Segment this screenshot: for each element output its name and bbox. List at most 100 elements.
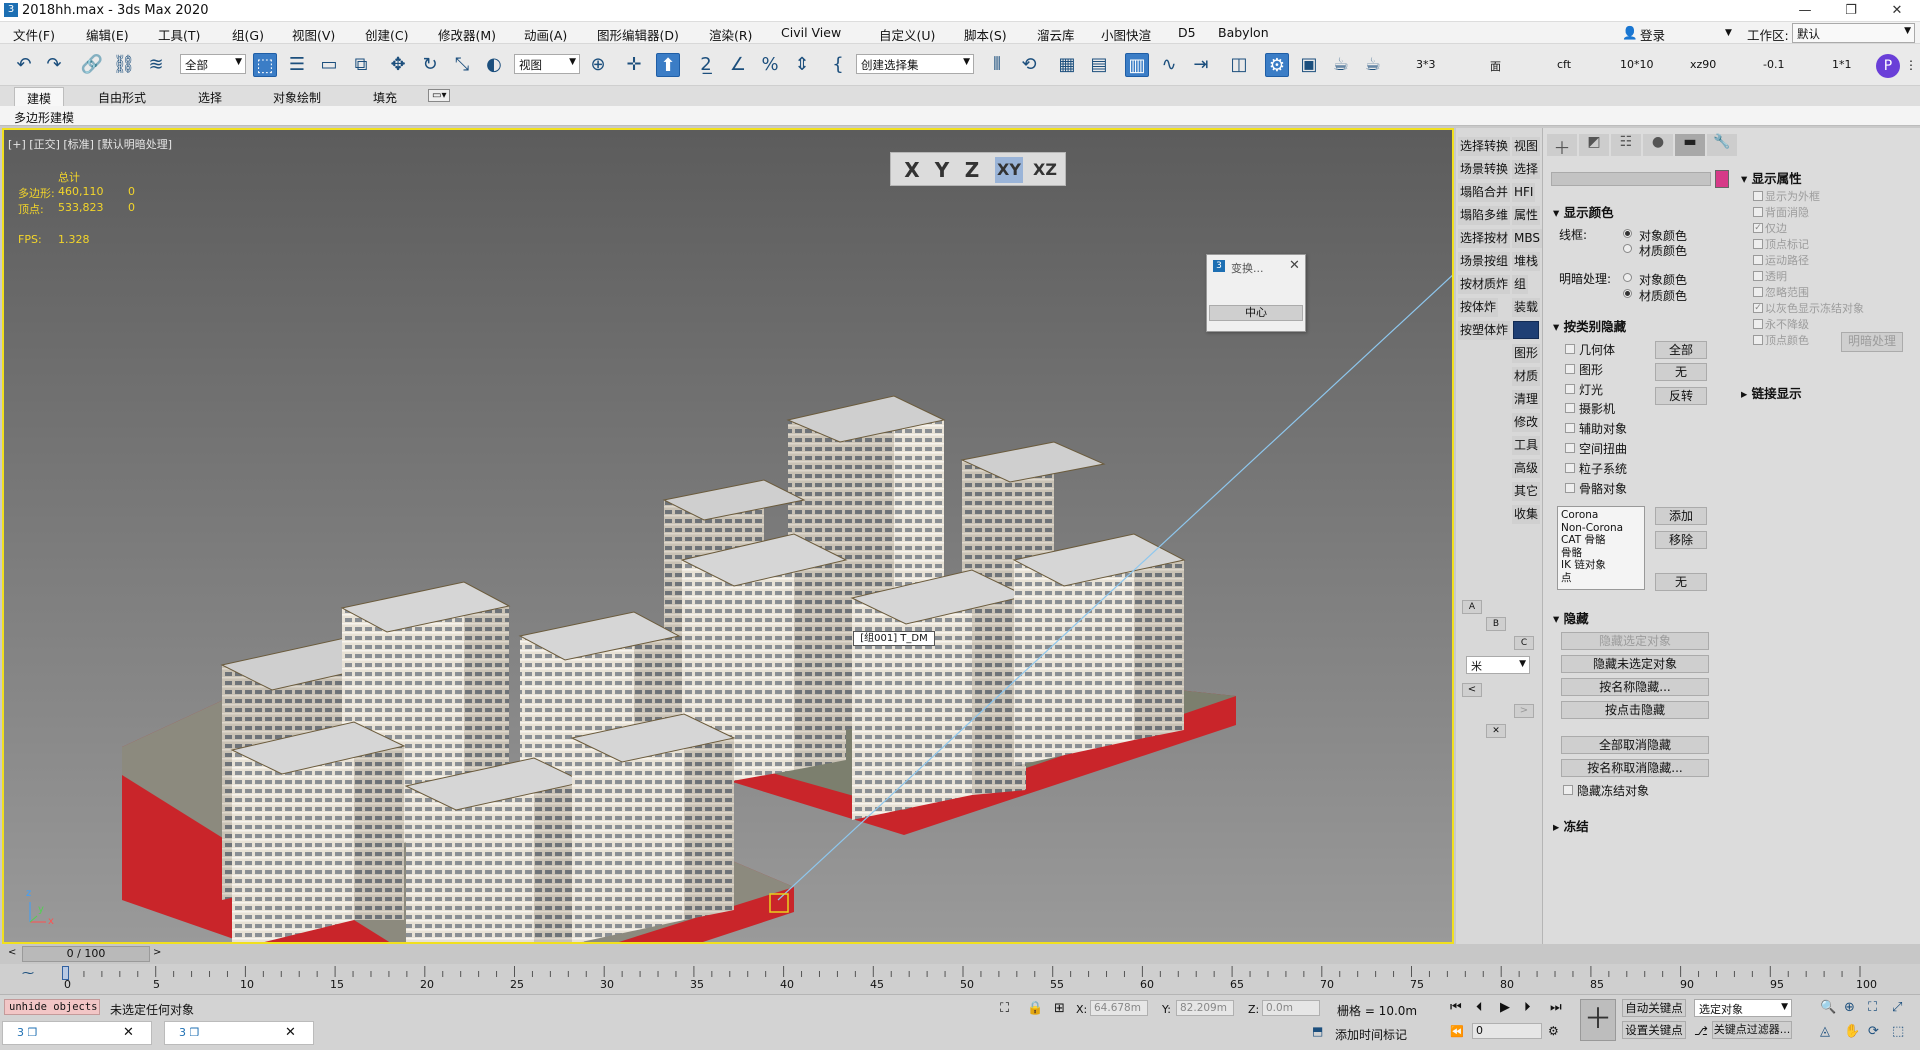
- x-coord-field[interactable]: 64.678m: [1090, 1000, 1148, 1016]
- materials-button[interactable]: 材质: [1512, 367, 1541, 386]
- track-bar[interactable]: ⁓ 0 5 10 15 20 25 30 35 40 45 50 55 60 6…: [0, 964, 1920, 994]
- menu-animation[interactable]: 动画(A): [524, 25, 567, 44]
- menu-group[interactable]: 组(G): [232, 25, 264, 44]
- key-filter-select[interactable]: 选定对象 ▼: [1694, 999, 1792, 1017]
- shaded-button[interactable]: 明暗处理: [1841, 332, 1903, 352]
- stack-button[interactable]: 堆栈: [1512, 252, 1541, 271]
- cat-geometry-checkbox[interactable]: [1565, 344, 1575, 354]
- move-icon[interactable]: ✥: [386, 53, 410, 77]
- axis-xz-button[interactable]: XZ: [1031, 157, 1059, 183]
- set-key-button[interactable]: 设置关键点: [1622, 1021, 1686, 1039]
- cat-particles-checkbox[interactable]: [1565, 463, 1575, 473]
- create-tab-icon[interactable]: ＋: [1547, 134, 1577, 159]
- cat-none-button[interactable]: 无: [1655, 363, 1707, 381]
- display-color-header[interactable]: ▾ 显示颜色: [1553, 202, 1614, 221]
- axis-y-button[interactable]: Y: [931, 157, 953, 183]
- trajectory-checkbox[interactable]: [1753, 255, 1763, 265]
- backface-cull-checkbox[interactable]: [1753, 207, 1763, 217]
- shaded-material-color-radio[interactable]: [1623, 289, 1632, 298]
- display-as-box-checkbox[interactable]: [1753, 191, 1763, 201]
- place-icon[interactable]: ◐: [482, 53, 506, 77]
- rendered-frame-icon[interactable]: ▣: [1297, 53, 1321, 77]
- material-editor-icon[interactable]: ◫: [1227, 53, 1251, 77]
- edges-only-checkbox[interactable]: ✓: [1753, 223, 1763, 233]
- time-next-icon[interactable]: >: [153, 947, 161, 958]
- cat-helpers-checkbox[interactable]: [1565, 423, 1575, 433]
- utilities-tab-icon[interactable]: 🔧: [1707, 134, 1737, 156]
- time-tag-icon[interactable]: ⬒: [1312, 1024, 1323, 1038]
- minimize-button[interactable]: —: [1782, 0, 1828, 22]
- goto-end-icon[interactable]: ⏭: [1550, 1000, 1562, 1015]
- time-slider[interactable]: 0 / 100: [22, 946, 150, 962]
- shaded-object-color-radio[interactable]: [1623, 273, 1632, 282]
- selection-lock-toggle-icon[interactable]: ⛶: [1000, 1001, 1009, 1016]
- custom-text-5[interactable]: xz90: [1690, 58, 1716, 71]
- category-list-item[interactable]: IK 链对象: [1561, 559, 1641, 572]
- menu-d5[interactable]: D5: [1178, 25, 1196, 40]
- unlink-icon[interactable]: ⛓: [112, 53, 136, 77]
- cat-invert-button[interactable]: 反转: [1655, 387, 1707, 405]
- cat-spacewarps-checkbox[interactable]: [1565, 443, 1575, 453]
- ribbon-toggle-icon[interactable]: ▥: [1125, 53, 1149, 77]
- fov-icon[interactable]: ◬: [1820, 1024, 1830, 1039]
- ribbon-options-icon[interactable]: ▭▾: [428, 89, 451, 102]
- custom-text-1[interactable]: 3*3: [1416, 58, 1436, 71]
- properties-button[interactable]: 属性: [1512, 206, 1541, 225]
- toolbar-overflow-icon[interactable]: ⋮: [1905, 58, 1917, 72]
- workspace-select[interactable]: 默认 ▼: [1792, 23, 1915, 43]
- link-icon[interactable]: 🔗: [80, 53, 104, 77]
- viewport-perspective[interactable]: [+] [正交] [标准] [默认明暗处理] 总计 多边形: 460,110 0…: [2, 128, 1454, 944]
- cat-lights-checkbox[interactable]: [1565, 384, 1575, 394]
- category-remove-button[interactable]: 移除: [1655, 531, 1707, 549]
- tab-freeform[interactable]: 自由形式: [98, 89, 146, 106]
- menu-tools[interactable]: 工具(T): [158, 25, 200, 44]
- category-list-item[interactable]: 骨骼: [1561, 547, 1641, 560]
- never-degrade-checkbox[interactable]: [1753, 319, 1763, 329]
- pan-icon[interactable]: ✋: [1844, 1024, 1860, 1039]
- explode-by-body-button[interactable]: 按体炸: [1458, 298, 1499, 317]
- taskbar-thumb-1[interactable]: 3 ❐ ✕: [2, 1021, 152, 1045]
- undo-icon[interactable]: ↶: [12, 53, 36, 77]
- scene-by-group-button[interactable]: 场景按组: [1458, 252, 1511, 271]
- other-button[interactable]: 其它: [1512, 482, 1541, 501]
- custom-text-3[interactable]: cft: [1557, 58, 1571, 71]
- current-frame-field[interactable]: 0: [1472, 1023, 1542, 1039]
- category-list[interactable]: Corona Non-Corona CAT 骨骼 骨骼 IK 链对象 点: [1557, 506, 1645, 590]
- login-label[interactable]: 登录: [1640, 25, 1665, 44]
- ref-coord-select[interactable]: 视图 ▼: [514, 54, 580, 74]
- collapse-merge-button[interactable]: 塌陷合并: [1458, 183, 1511, 202]
- login-dropdown-icon[interactable]: ▼: [1725, 28, 1732, 38]
- wire-material-color-radio[interactable]: [1623, 244, 1632, 253]
- spinner-snap-icon[interactable]: ⇕: [790, 53, 814, 77]
- z-coord-field[interactable]: 0.0m: [1262, 1000, 1320, 1016]
- next-frame-icon[interactable]: ⏵: [1524, 1000, 1531, 1015]
- edit-named-sel-icon[interactable]: {: [826, 53, 850, 77]
- maxscript-listener-field[interactable]: unhide objects: [4, 999, 100, 1015]
- zoom-extents-all-icon[interactable]: ⤢: [1892, 1000, 1902, 1015]
- plugin-p-icon[interactable]: P: [1876, 54, 1900, 78]
- small-c-button[interactable]: C: [1514, 636, 1534, 650]
- menu-xiaotu[interactable]: 小图快渲: [1101, 25, 1151, 44]
- render-iterative-icon[interactable]: ☕: [1361, 53, 1385, 77]
- menu-babylon[interactable]: Babylon: [1218, 25, 1269, 40]
- angle-snap-icon[interactable]: ∠: [726, 53, 750, 77]
- hide-header[interactable]: ▾ 隐藏: [1553, 608, 1589, 627]
- zoom-extents-icon[interactable]: ⛶: [1868, 1000, 1877, 1015]
- menu-customize[interactable]: 自定义(U): [879, 25, 935, 44]
- explode-by-element-button[interactable]: 按塑体炸: [1458, 321, 1511, 340]
- small-a-button[interactable]: A: [1462, 600, 1482, 614]
- zoom-icon[interactable]: 🔍: [1820, 1000, 1836, 1015]
- cat-all-button[interactable]: 全部: [1655, 341, 1707, 359]
- menu-edit[interactable]: 编辑(E): [86, 25, 129, 44]
- user-icon[interactable]: 👤: [1622, 25, 1638, 41]
- absolute-mode-icon[interactable]: ⊞: [1054, 1001, 1065, 1016]
- collapse-multi-button[interactable]: 塌陷多维: [1458, 206, 1511, 225]
- hide-by-hit-button[interactable]: 按点击隐藏: [1561, 701, 1709, 719]
- modify-button[interactable]: 修改: [1512, 413, 1541, 432]
- cat-cameras-checkbox[interactable]: [1565, 403, 1575, 413]
- pivot-center-icon[interactable]: ⊕: [586, 53, 610, 77]
- cleanup-button[interactable]: 清理: [1512, 390, 1541, 409]
- category-none-button[interactable]: 无: [1655, 573, 1707, 591]
- color-swatch-button[interactable]: [1513, 321, 1539, 339]
- window-crossing-icon[interactable]: ⧉: [349, 53, 373, 77]
